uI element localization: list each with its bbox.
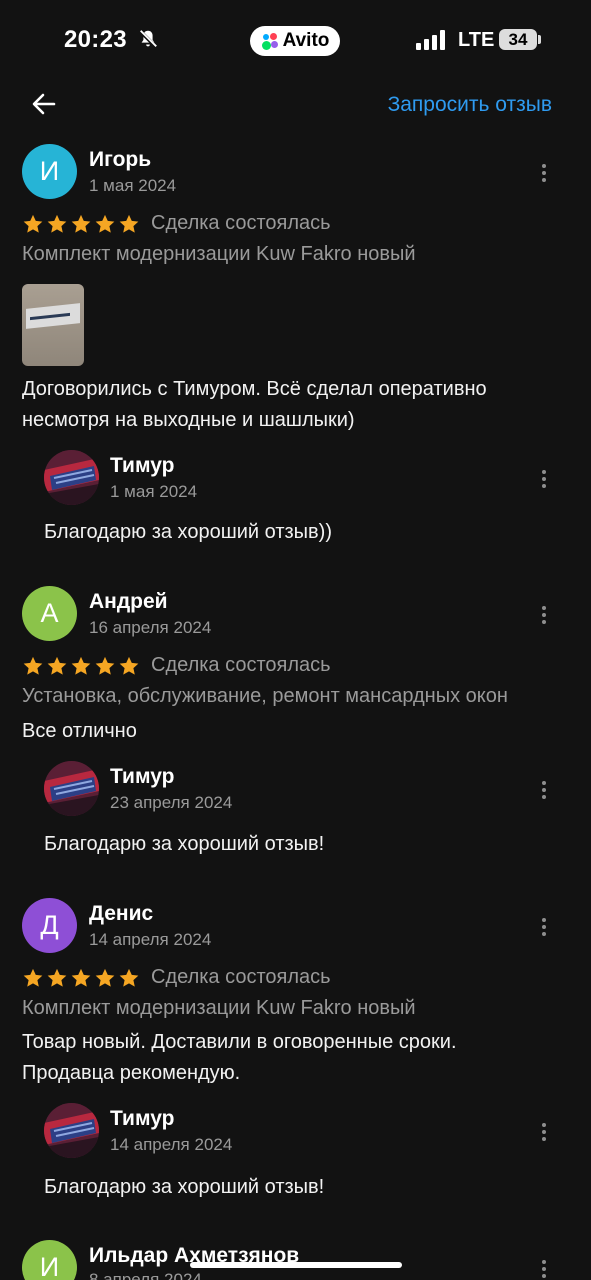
review-text: Договорились с Тимуром. Всё сделал опера… <box>22 378 487 431</box>
avatar[interactable]: Д <box>22 898 77 953</box>
more-options-icon[interactable] <box>537 162 551 184</box>
star-icon <box>119 968 139 987</box>
avatar[interactable]: И <box>22 144 77 199</box>
avatar-letter: Д <box>40 910 59 940</box>
review-date: 14 апреля 2024 <box>89 930 212 949</box>
avatar[interactable]: А <box>22 586 77 641</box>
star-rating <box>22 655 140 677</box>
star-rating <box>22 213 140 235</box>
more-options-icon[interactable] <box>537 1121 551 1143</box>
reply-date: 1 мая 2024 <box>110 482 198 501</box>
review-author[interactable]: Андрей <box>89 590 168 614</box>
star-rating <box>22 967 140 989</box>
star-icon <box>95 656 115 675</box>
star-icon <box>71 656 91 675</box>
more-options-icon[interactable] <box>537 916 551 938</box>
avatar-letter: И <box>39 1252 60 1280</box>
deal-status: Сделка состоялась <box>151 966 331 988</box>
star-icon <box>23 656 43 675</box>
request-review-link[interactable]: Запросить отзыв <box>388 93 552 117</box>
deal-status: Сделка состоялась <box>151 654 331 676</box>
reply-date: 23 апреля 2024 <box>110 793 233 812</box>
review-item-title[interactable]: Установка, обслуживание, ремонт мансардн… <box>22 685 508 708</box>
reply-date: 14 апреля 2024 <box>110 1135 233 1154</box>
review-date: 1 мая 2024 <box>89 176 177 195</box>
rating-row: Сделка состоялась <box>22 212 331 235</box>
reply-text: Благодарю за хороший отзыв! <box>44 1176 325 1198</box>
more-options-icon[interactable] <box>537 468 551 490</box>
reply-text: Благодарю за хороший отзыв)) <box>44 521 332 543</box>
avatar[interactable]: И <box>22 1240 77 1280</box>
deal-status: Сделка состоялась <box>151 212 331 234</box>
review-author[interactable]: Денис <box>89 902 153 926</box>
star-icon <box>23 968 43 987</box>
seller-avatar-image <box>44 1103 99 1158</box>
reply-text: Благодарю за хороший отзыв! <box>44 833 325 855</box>
review-author[interactable]: Игорь <box>89 148 151 172</box>
battery-icon: 34 <box>499 29 537 50</box>
star-icon <box>119 656 139 675</box>
rating-row: Сделка состоялась <box>22 654 331 677</box>
star-icon <box>71 968 91 987</box>
seller-name[interactable]: Тимур <box>110 454 174 478</box>
seller-avatar[interactable] <box>44 450 99 505</box>
seller-avatar-image <box>44 761 99 816</box>
seller-name[interactable]: Тимур <box>110 1107 174 1131</box>
star-icon <box>95 214 115 233</box>
star-icon <box>47 656 67 675</box>
star-icon <box>95 968 115 987</box>
star-icon <box>119 214 139 233</box>
review-text: Все отлично <box>22 720 137 742</box>
battery-tip <box>538 35 541 44</box>
back-arrow-icon[interactable] <box>28 88 60 120</box>
review-photo[interactable] <box>22 284 84 366</box>
avatar-letter: А <box>40 598 59 628</box>
rating-row: Сделка состоялась <box>22 966 331 989</box>
star-icon <box>47 968 67 987</box>
review-item-title[interactable]: Комплект модернизации Kuw Fakro новый <box>22 243 416 266</box>
review-text: Товар новый. Доставили в оговоренные сро… <box>22 1031 457 1084</box>
seller-avatar[interactable] <box>44 761 99 816</box>
more-options-icon[interactable] <box>537 779 551 801</box>
more-options-icon[interactable] <box>537 604 551 626</box>
battery-level: 34 <box>508 29 528 49</box>
avatar-letter: И <box>39 156 60 186</box>
star-icon <box>23 214 43 233</box>
review-item-title[interactable]: Комплект модернизации Kuw Fakro новый <box>22 997 416 1020</box>
seller-avatar[interactable] <box>44 1103 99 1158</box>
network-type: LTE <box>458 29 495 51</box>
review-date: 8 апреля 2024 <box>89 1270 202 1280</box>
more-options-icon[interactable] <box>537 1258 551 1280</box>
seller-name[interactable]: Тимур <box>110 765 174 789</box>
app-indicator-label: Avito <box>282 30 330 51</box>
review-date: 16 апреля 2024 <box>89 618 212 637</box>
home-indicator[interactable] <box>190 1262 402 1268</box>
app-indicator-pill[interactable]: Avito <box>250 26 340 56</box>
star-icon <box>47 214 67 233</box>
clock: 20:23 <box>64 26 127 53</box>
bell-muted-icon <box>138 29 158 49</box>
seller-avatar-image <box>44 450 99 505</box>
signal-icon <box>416 30 445 50</box>
star-icon <box>71 214 91 233</box>
status-bar: 20:23 Avito LTE 34 <box>0 0 591 80</box>
avito-logo-icon <box>261 32 279 50</box>
